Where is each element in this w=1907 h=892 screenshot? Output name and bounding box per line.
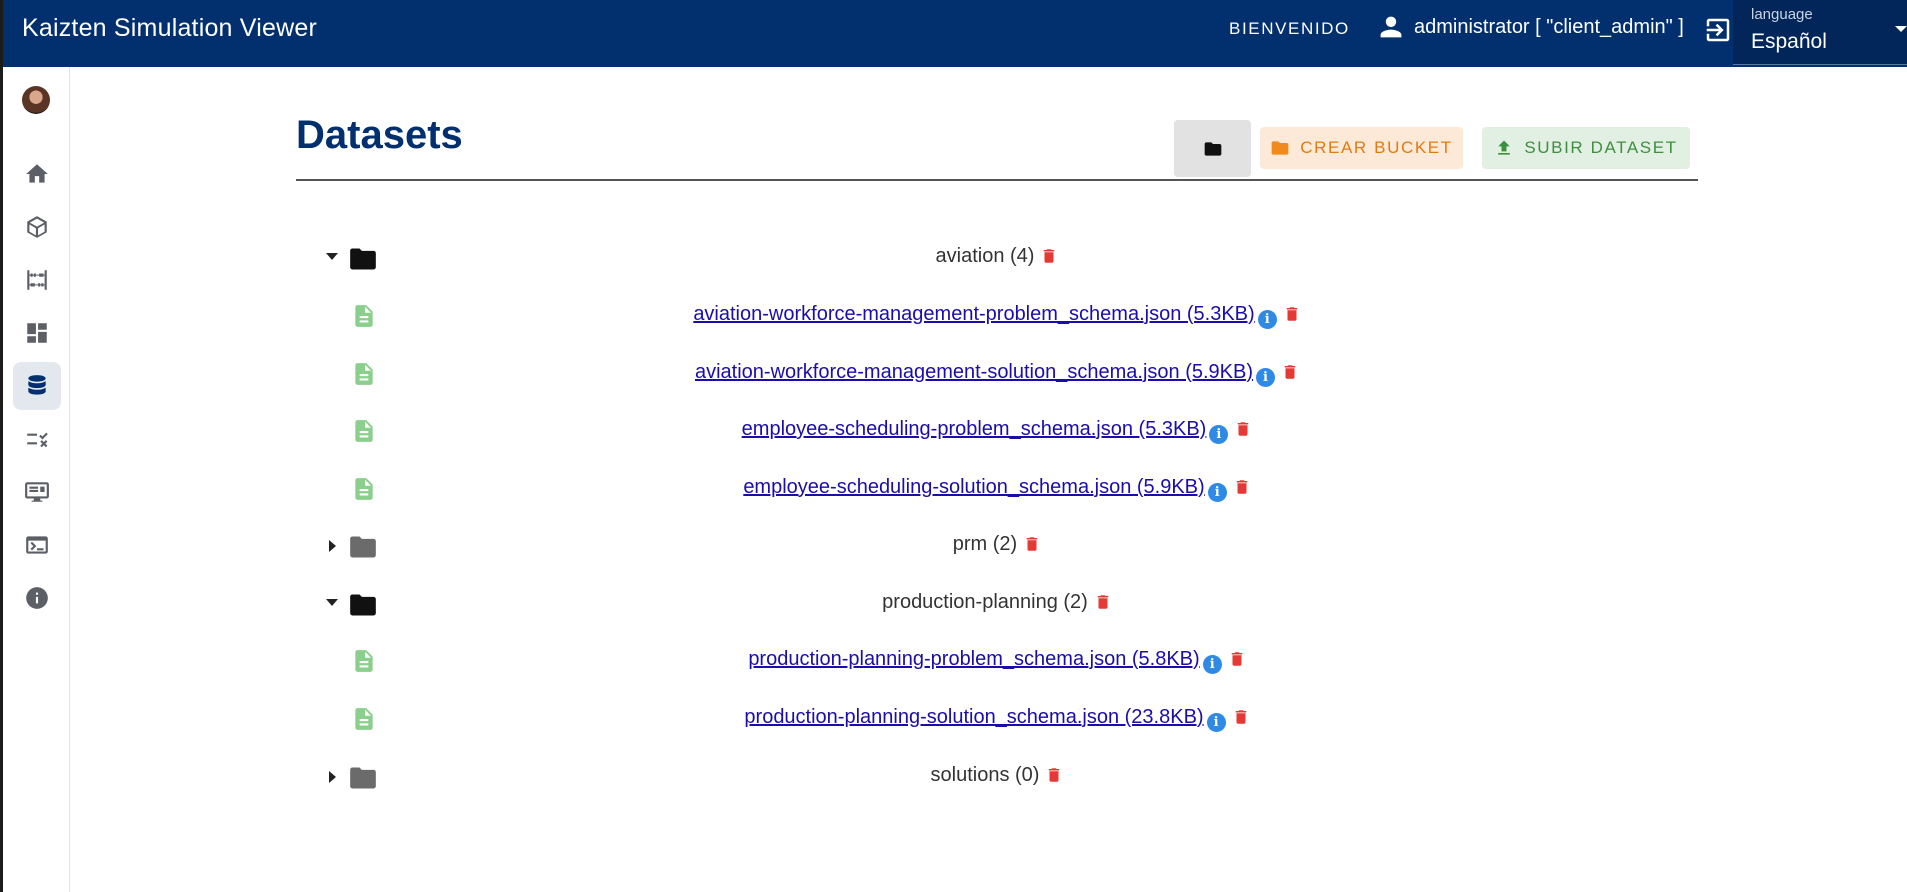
sidebar bbox=[3, 67, 70, 892]
checklist-icon bbox=[27, 432, 48, 448]
file-link[interactable]: production-planning-solution_schema.json… bbox=[744, 706, 1203, 728]
info-icon[interactable]: i bbox=[1207, 483, 1227, 502]
delete-icon[interactable] bbox=[1232, 707, 1250, 727]
folder-label[interactable]: aviation (4) bbox=[936, 245, 1035, 267]
create-bucket-label: CREAR BUCKET bbox=[1300, 138, 1453, 157]
upload-dataset-label: SUBIR DATASET bbox=[1524, 138, 1678, 157]
user-name: administrator [ "client_admin" ] bbox=[1414, 15, 1684, 38]
upload-icon bbox=[1498, 140, 1511, 155]
sidebar-item-monitor[interactable] bbox=[13, 468, 61, 516]
file-row: production-planning-problem_schema.json … bbox=[296, 642, 1698, 682]
sidebar-item-home[interactable] bbox=[13, 150, 61, 198]
delete-icon[interactable] bbox=[1281, 362, 1299, 382]
folder-row: solutions (0) bbox=[296, 758, 1698, 798]
info-icon[interactable]: i bbox=[1206, 713, 1226, 732]
language-select-value: Español bbox=[1751, 30, 1827, 53]
folder-icon bbox=[1204, 141, 1221, 156]
folder-row: prm (2) bbox=[296, 527, 1698, 567]
database-icon bbox=[28, 375, 46, 395]
avatar[interactable] bbox=[22, 86, 50, 114]
user-info: administrator [ "client_admin" ] bbox=[1378, 14, 1684, 40]
app-title: Kaizten Simulation Viewer bbox=[22, 14, 317, 42]
delete-icon[interactable] bbox=[1094, 592, 1112, 612]
file-link[interactable]: production-planning-problem_schema.json … bbox=[748, 648, 1199, 670]
welcome-label: BIENVENIDO bbox=[1229, 19, 1350, 38]
sidebar-item-info[interactable] bbox=[13, 574, 61, 622]
abacus-icon bbox=[27, 270, 47, 290]
folder-icon bbox=[1271, 141, 1289, 155]
file-row: production-planning-solution_schema.json… bbox=[296, 700, 1698, 740]
title-divider bbox=[296, 179, 1698, 181]
folder-label[interactable]: prm (2) bbox=[953, 533, 1017, 555]
dashboard-icon bbox=[27, 323, 47, 343]
sidebar-item-abacus[interactable] bbox=[13, 256, 61, 304]
home-icon bbox=[26, 164, 48, 183]
sidebar-item-tasks[interactable] bbox=[13, 415, 61, 463]
folder-row: aviation (4) bbox=[296, 239, 1698, 279]
file-link[interactable]: aviation-workforce-management-problem_sc… bbox=[693, 303, 1254, 325]
file-link[interactable]: employee-scheduling-solution_schema.json… bbox=[743, 476, 1204, 498]
sidebar-item-terminal[interactable] bbox=[13, 521, 61, 569]
file-link[interactable]: employee-scheduling-problem_schema.json … bbox=[742, 418, 1207, 440]
folder-view-button[interactable] bbox=[1174, 120, 1251, 177]
upload-dataset-button[interactable]: SUBIR DATASET bbox=[1482, 127, 1690, 169]
delete-icon[interactable] bbox=[1023, 534, 1041, 554]
file-row: aviation-workforce-management-solution_s… bbox=[296, 355, 1698, 395]
language-select[interactable]: language Español bbox=[1733, 0, 1907, 65]
delete-icon[interactable] bbox=[1233, 477, 1251, 497]
delete-icon[interactable] bbox=[1234, 419, 1252, 439]
monitor-icon bbox=[25, 482, 49, 502]
language-select-label: language bbox=[1751, 6, 1813, 23]
top-app-bar: Kaizten Simulation Viewer BIENVENIDO adm… bbox=[3, 0, 1907, 67]
person-icon bbox=[1380, 16, 1402, 38]
cube-icon bbox=[27, 216, 47, 238]
file-row: employee-scheduling-solution_schema.json… bbox=[296, 470, 1698, 510]
chevron-down-icon bbox=[1895, 26, 1907, 32]
file-row: employee-scheduling-problem_schema.json … bbox=[296, 412, 1698, 452]
info-icon[interactable]: i bbox=[1256, 368, 1276, 387]
sidebar-item-dashboard[interactable] bbox=[13, 309, 61, 357]
delete-icon[interactable] bbox=[1040, 246, 1058, 266]
info-icon[interactable]: i bbox=[1209, 425, 1229, 444]
info-icon[interactable]: i bbox=[1202, 655, 1222, 674]
folder-label[interactable]: production-planning (2) bbox=[882, 591, 1088, 613]
sidebar-item-datasets[interactable] bbox=[13, 362, 61, 410]
file-row: aviation-workforce-management-problem_sc… bbox=[296, 297, 1698, 337]
info-icon bbox=[26, 587, 48, 609]
info-icon[interactable]: i bbox=[1257, 310, 1277, 329]
delete-icon[interactable] bbox=[1283, 304, 1301, 324]
delete-icon[interactable] bbox=[1045, 765, 1063, 785]
page-title: Datasets bbox=[296, 113, 463, 157]
create-bucket-button[interactable]: CREAR BUCKET bbox=[1260, 127, 1463, 169]
sidebar-item-models[interactable] bbox=[13, 203, 61, 251]
file-link[interactable]: aviation-workforce-management-solution_s… bbox=[695, 361, 1253, 383]
folder-label[interactable]: solutions (0) bbox=[931, 764, 1040, 786]
folder-row: production-planning (2) bbox=[296, 585, 1698, 625]
terminal-icon bbox=[26, 536, 48, 554]
delete-icon[interactable] bbox=[1228, 649, 1246, 669]
logout-icon[interactable] bbox=[1703, 15, 1733, 45]
